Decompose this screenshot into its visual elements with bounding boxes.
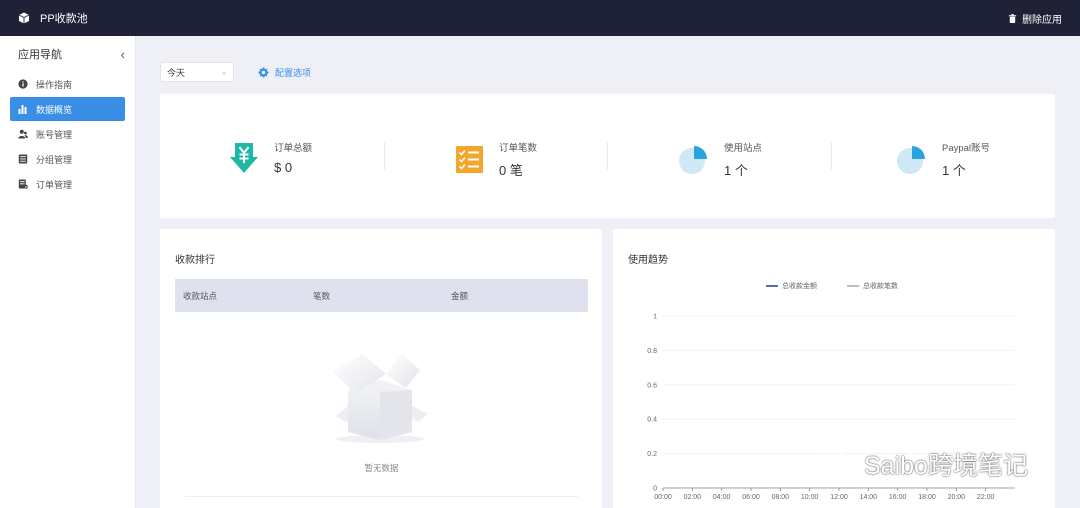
stat-value: 1 个 xyxy=(942,163,966,178)
x-tick-label: 12:00 xyxy=(830,494,848,501)
top-bar: PP收款池 删除应用 xyxy=(0,0,1080,36)
ranking-table-header: 收款站点 笔数 金额 xyxy=(175,279,588,312)
sidebar-item-accounts[interactable]: 账号管理 xyxy=(10,122,125,146)
pie-icon xyxy=(679,145,707,174)
x-tick-label: 00:00 xyxy=(654,494,672,501)
x-tick-label: 04:00 xyxy=(713,494,731,501)
list-icon xyxy=(18,154,28,164)
sidebar-title: 应用导航 xyxy=(18,49,62,61)
x-tick-label: 08:00 xyxy=(772,494,790,501)
x-tick-label: 16:00 xyxy=(889,494,907,501)
stat-order-total: 订单总额 $ 0 xyxy=(230,140,312,175)
wechat-icon xyxy=(818,449,856,478)
stat-divider xyxy=(607,142,608,170)
x-tick-label: 06:00 xyxy=(742,494,760,501)
bar-chart-icon xyxy=(18,105,27,114)
y-tick-label: 0 xyxy=(653,486,657,493)
x-tick-label: 22:00 xyxy=(977,494,995,501)
cube-icon xyxy=(18,12,30,24)
sidebar-item-label: 订单管理 xyxy=(36,179,73,190)
date-range-value: 今天 xyxy=(167,67,186,78)
config-options-link[interactable]: 配置选项 xyxy=(258,66,311,79)
stat-value: 1 个 xyxy=(724,163,748,178)
sidebar-item-label: 分组管理 xyxy=(36,154,73,165)
sidebar-item-orders[interactable]: 订单管理 xyxy=(10,172,125,196)
delete-app-button[interactable]: 删除应用 xyxy=(1008,11,1062,26)
stat-paypal-accounts: Paypal账号 1 个 xyxy=(896,140,990,179)
yuan-download-icon xyxy=(230,142,258,173)
stat-sites-used: 使用站点 1 个 xyxy=(678,140,762,179)
stat-value: $ 0 xyxy=(274,160,293,175)
stat-label: Paypal账号 xyxy=(942,143,991,154)
y-tick-label: 0.2 xyxy=(647,451,657,458)
pie-icon xyxy=(897,145,925,174)
users-icon xyxy=(18,129,28,139)
sidebar-header: 应用导航 ‹ xyxy=(0,36,135,72)
x-tick-label: 18:00 xyxy=(918,494,936,501)
column-header-amount[interactable]: 金额 xyxy=(451,290,588,302)
collapse-sidebar-button[interactable]: ‹ xyxy=(121,47,125,62)
date-range-select[interactable]: 今天 ⌄ xyxy=(160,62,234,82)
sidebar-item-guide[interactable]: 操作指南 xyxy=(10,72,125,96)
y-tick-label: 0.6 xyxy=(647,382,657,389)
y-tick-label: 0.8 xyxy=(647,348,657,355)
divider xyxy=(185,496,578,497)
chevron-down-icon: ⌄ xyxy=(221,69,227,76)
ranking-title: 收款排行 xyxy=(175,255,215,266)
stat-label: 订单笔数 xyxy=(499,143,538,154)
stat-label: 订单总额 xyxy=(274,143,313,154)
toolbar: 今天 ⌄ 配置选项 xyxy=(160,62,311,82)
sidebar-item-groups[interactable]: 分组管理 xyxy=(10,147,125,171)
info-circle-icon xyxy=(18,79,28,89)
stat-divider xyxy=(831,142,832,170)
x-tick-label: 02:00 xyxy=(684,494,702,501)
order-icon xyxy=(18,179,28,189)
sidebar-item-label: 操作指南 xyxy=(36,79,73,90)
sidebar-item-label: 数据概览 xyxy=(36,104,73,115)
x-tick-label: 20:00 xyxy=(948,494,966,501)
x-tick-label: 10:00 xyxy=(801,494,819,501)
checklist-icon xyxy=(456,146,483,173)
stat-divider xyxy=(384,142,385,170)
app-title: PP收款池 xyxy=(40,13,88,25)
watermark-text: Saibo跨境笔记 xyxy=(864,452,1028,480)
sidebar-item-label: 账号管理 xyxy=(36,129,73,140)
y-tick-label: 1 xyxy=(653,314,657,321)
stat-order-count: 订单笔数 0 笔 xyxy=(456,140,537,179)
y-tick-label: 0.4 xyxy=(647,417,657,424)
column-header-site[interactable]: 收款站点 xyxy=(175,290,313,302)
x-tick-label: 14:00 xyxy=(860,494,878,501)
config-options-label: 配置选项 xyxy=(275,67,312,78)
stat-value: 0 笔 xyxy=(499,163,523,178)
delete-app-label: 删除应用 xyxy=(1022,14,1062,26)
stats-card: 订单总额 $ 0 订单笔数 0 笔 使用站点 1 个 Paypal账号 1 个 xyxy=(160,94,1055,218)
empty-box-icon xyxy=(333,354,428,443)
trash-icon xyxy=(1008,13,1017,23)
sidebar-item-data-overview[interactable]: 数据概览 xyxy=(10,97,125,121)
ranking-panel: 收款排行 收款站点 笔数 金额 暂无数据 xyxy=(160,229,602,508)
gear-icon xyxy=(258,67,269,77)
stat-label: 使用站点 xyxy=(724,143,763,154)
column-header-count[interactable]: 笔数 xyxy=(313,290,451,302)
empty-state-text: 暂无数据 xyxy=(364,463,399,473)
sidebar: 应用导航 ‹ 操作指南 数据概览 账号管理 分组管理 订单管理 xyxy=(0,36,136,508)
watermark: Saibo跨境笔记 xyxy=(818,446,1028,482)
app-logo[interactable]: PP收款池 xyxy=(18,10,88,26)
